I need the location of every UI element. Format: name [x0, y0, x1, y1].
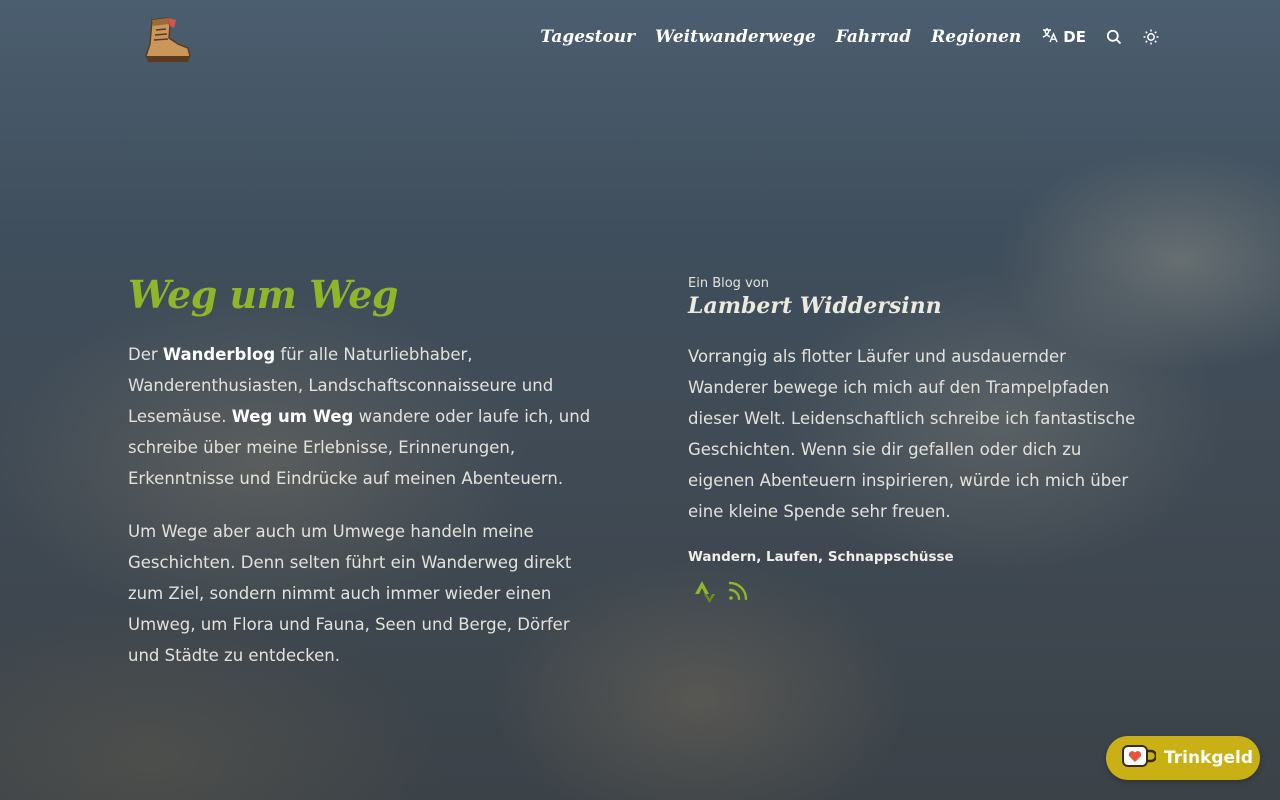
top-navigation: Tagestour Weitwanderwege Fahrrad Regione… [0, 0, 1280, 84]
author-byline: Ein Blog von [688, 276, 769, 291]
search-icon[interactable] [1106, 29, 1122, 45]
author-tags: Wandern, Laufen, Schnappschüsse [688, 549, 954, 565]
social-links [694, 579, 1148, 603]
ko-fi-cup-icon [1120, 742, 1158, 774]
language-label: DE [1063, 28, 1086, 46]
main-menu: Tagestour Weitwanderwege Fahrrad Regione… [540, 26, 1160, 48]
nav-item-tagestour[interactable]: Tagestour [540, 27, 635, 47]
author-section: Ein Blog von Lambert Widdersinn Vorrangi… [688, 276, 1148, 603]
author-bio: Vorrangig als flotter Läufer und ausdaue… [688, 347, 1136, 521]
intro-paragraph-2: Um Wege aber auch um Umwege handeln mein… [128, 522, 572, 665]
hiking-boot-icon[interactable] [138, 14, 194, 70]
tip-button[interactable]: Trinkgeld [1106, 736, 1260, 780]
sun-icon[interactable] [1142, 28, 1160, 46]
nav-item-regionen[interactable]: Regionen [931, 27, 1021, 47]
author-name: Lambert Widdersinn [688, 293, 942, 319]
site-title: Weg um Weg [128, 272, 398, 317]
nav-item-weitwanderwege[interactable]: Weitwanderwege [655, 27, 816, 47]
nav-item-fahrrad[interactable]: Fahrrad [836, 27, 911, 47]
tip-button-label: Trinkgeld [1164, 748, 1254, 768]
translate-icon [1041, 26, 1059, 48]
strava-icon[interactable] [694, 579, 716, 603]
intro-section: Weg um Weg Der Wanderblog für alle Natur… [128, 272, 598, 693]
rss-icon[interactable] [726, 579, 750, 603]
language-switcher[interactable]: DE [1041, 26, 1086, 48]
intro-paragraph-1: Der Wanderblog für alle Naturliebhaber, … [128, 345, 591, 488]
